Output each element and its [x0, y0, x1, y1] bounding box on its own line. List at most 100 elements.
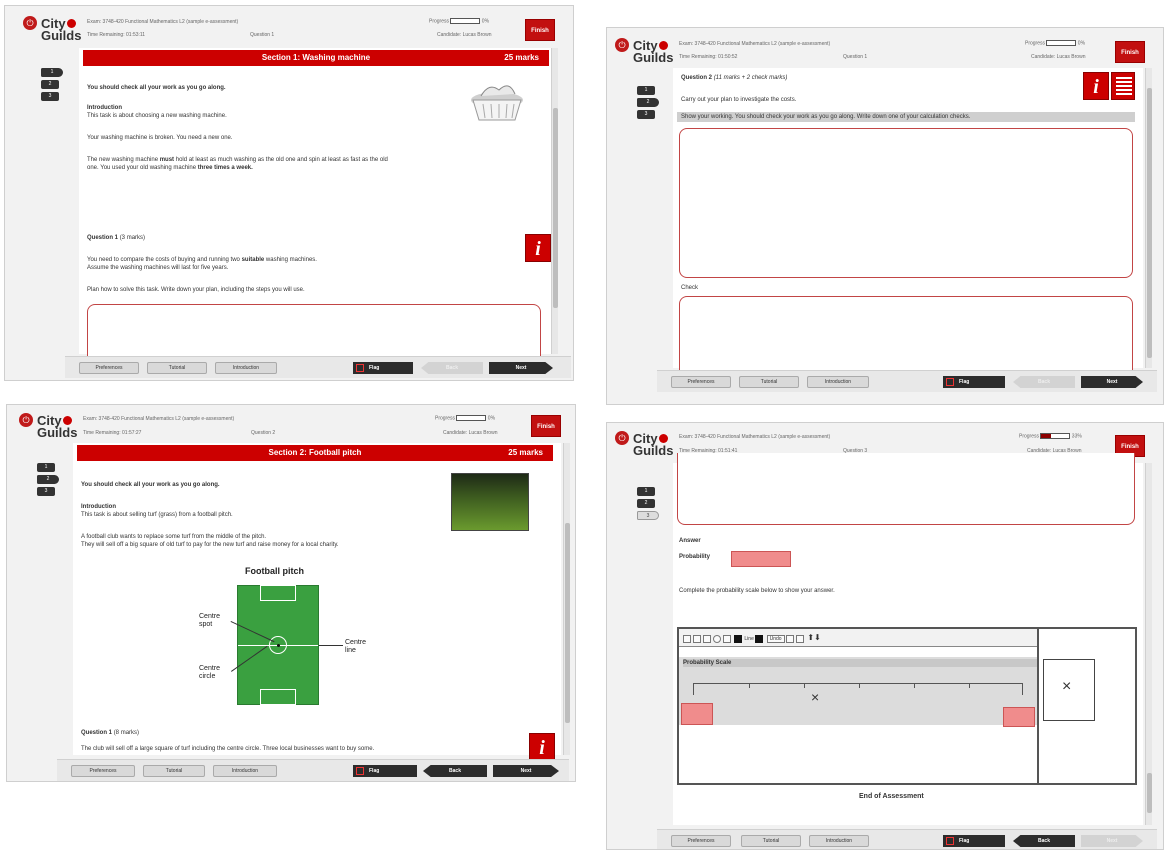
question-3-button[interactable]: 3 [37, 487, 55, 496]
question-2-button[interactable]: 2 [41, 80, 59, 89]
scale-right-input[interactable] [1003, 707, 1035, 727]
question-heading: Question 1 (8 marks) [81, 730, 140, 736]
tutorial-button[interactable]: Tutorial [739, 376, 799, 388]
exam-title: Exam: 3748-420 Functional Mathematics L2… [83, 416, 235, 422]
scale-x-mark[interactable]: × [811, 689, 819, 705]
progress-indicator: Progress 33% [1019, 433, 1082, 440]
finish-button[interactable]: Finish [525, 19, 555, 41]
question-nav: 1 2 3 [637, 86, 659, 122]
next-button[interactable]: Next [1081, 835, 1143, 847]
question-2-button[interactable]: 2 [637, 499, 655, 508]
ellipse-tool-icon[interactable] [713, 634, 721, 643]
question-2-button[interactable]: 2 [637, 98, 659, 107]
question-1-button[interactable]: 1 [637, 487, 655, 496]
question-1-button[interactable]: 1 [41, 68, 63, 77]
info-icon[interactable]: i [1083, 72, 1109, 100]
arrow-down-icon[interactable]: ⬇ [814, 633, 821, 642]
drawing-toolbar: Line Undo ⬆⬇ [679, 629, 1037, 647]
line-tool-icon[interactable] [693, 634, 701, 643]
next-button[interactable]: Next [489, 362, 553, 374]
introduction-button[interactable]: Introduction [213, 765, 277, 777]
scrollbar[interactable] [551, 48, 558, 354]
undo-button[interactable]: Undo [766, 635, 785, 643]
image-tool-icon[interactable] [785, 634, 794, 643]
tutorial-button[interactable]: Tutorial [741, 835, 801, 847]
flag-button[interactable]: Flag [943, 376, 1005, 388]
question-1-button[interactable]: 1 [637, 86, 655, 95]
section-banner: Section 2: Football pitch 25 marks [77, 445, 553, 461]
intro-line-2: Your washing machine is broken. You need… [87, 135, 233, 141]
back-button[interactable]: Back [1013, 835, 1075, 847]
question-3-button[interactable]: 3 [637, 110, 655, 119]
previous-answer-box[interactable] [677, 453, 1135, 525]
power-icon[interactable]: ⏻ [615, 431, 629, 445]
exam-title: Exam: 3748-420 Functional Mathematics L2… [679, 434, 831, 440]
line-colour-icon[interactable] [755, 634, 764, 643]
question-1-button[interactable]: 1 [37, 463, 55, 472]
select-tool-icon[interactable] [683, 634, 691, 643]
power-icon[interactable]: ⏻ [23, 16, 37, 30]
scrollbar[interactable] [563, 443, 570, 755]
screenshot-washing-machine: ⏻ City Guilds Exam: 3748-420 Functional M… [4, 5, 574, 381]
pen-tool-icon[interactable] [795, 634, 804, 643]
info-icon[interactable]: i [529, 733, 555, 761]
marker-tray: × [1043, 659, 1095, 721]
flag-icon [946, 378, 954, 386]
tutorial-button[interactable]: Tutorial [147, 362, 207, 374]
probability-input[interactable] [731, 551, 791, 567]
flag-button[interactable]: Flag [353, 765, 417, 777]
question-3-button[interactable]: 3 [637, 511, 659, 520]
preferences-button[interactable]: Preferences [79, 362, 139, 374]
next-button[interactable]: Next [1081, 376, 1143, 388]
intro-line-3: They will sell off a big square of old t… [81, 542, 339, 548]
finish-button[interactable]: Finish [1115, 41, 1145, 63]
working-answer-box[interactable] [679, 128, 1133, 278]
text-tool-icon[interactable] [723, 634, 731, 643]
power-icon[interactable]: ⏻ [615, 38, 629, 52]
scale-left-input[interactable] [681, 703, 713, 725]
pitch-graphic [237, 585, 319, 705]
centre-line-label: Centre line [345, 639, 367, 654]
rectangle-tool-icon[interactable] [703, 634, 711, 643]
power-icon[interactable]: ⏻ [19, 413, 33, 427]
finish-button[interactable]: Finish [531, 415, 561, 437]
introduction-button[interactable]: Introduction [215, 362, 277, 374]
drawing-widget: Line Undo ⬆⬇ Probability Scale × × [677, 627, 1137, 785]
next-button[interactable]: Next [493, 765, 559, 777]
footer-bar: Preferences Tutorial Introduction Flag B… [65, 356, 571, 378]
candidate-name: Candidate: Lucas Brown [437, 32, 492, 38]
football-stadium-photo [451, 473, 529, 531]
colour-swatch-icon[interactable] [734, 634, 743, 643]
question-2-button[interactable]: 2 [37, 475, 59, 484]
preferences-button[interactable]: Preferences [671, 376, 731, 388]
question-3-button[interactable]: 3 [41, 92, 59, 101]
intro-line-1: This task is about selling turf (grass) … [81, 512, 233, 518]
question-nav: 1 2 3 [41, 68, 63, 104]
preferences-button[interactable]: Preferences [671, 835, 731, 847]
check-instruction: You should check all your work as you go… [81, 482, 220, 488]
scrollbar[interactable] [1145, 68, 1152, 368]
candidate-name: Candidate: Lucas Brown [1031, 54, 1086, 60]
info-icon[interactable]: i [525, 234, 551, 262]
time-remaining: Time Remaining: 01:50:52 [679, 54, 738, 60]
preferences-button[interactable]: Preferences [71, 765, 135, 777]
current-question: Question 2 [251, 430, 276, 436]
introduction-button[interactable]: Introduction [809, 835, 869, 847]
tutorial-button[interactable]: Tutorial [143, 765, 205, 777]
scrollbar[interactable] [1145, 463, 1152, 825]
back-button[interactable]: Back [423, 765, 487, 777]
flag-icon [356, 767, 364, 775]
screenshot-football-pitch: ⏻ City Guilds Exam: 3748-420 Functional M… [6, 404, 576, 782]
flag-button[interactable]: Flag [943, 835, 1005, 847]
footer-bar: Preferences Tutorial Introduction Flag B… [657, 829, 1157, 849]
calculator-icon[interactable] [1111, 72, 1135, 100]
laundry-basket-image [471, 85, 523, 121]
introduction-button[interactable]: Introduction [807, 376, 869, 388]
draggable-x-marker[interactable]: × [1062, 678, 1071, 696]
back-button[interactable]: Back [421, 362, 483, 374]
flag-button[interactable]: Flag [353, 362, 413, 374]
back-button[interactable]: Back [1013, 376, 1075, 388]
plan-answer-box[interactable] [87, 304, 541, 364]
city-guilds-logo: City Guilds [37, 413, 78, 440]
check-answer-box[interactable] [679, 296, 1133, 376]
